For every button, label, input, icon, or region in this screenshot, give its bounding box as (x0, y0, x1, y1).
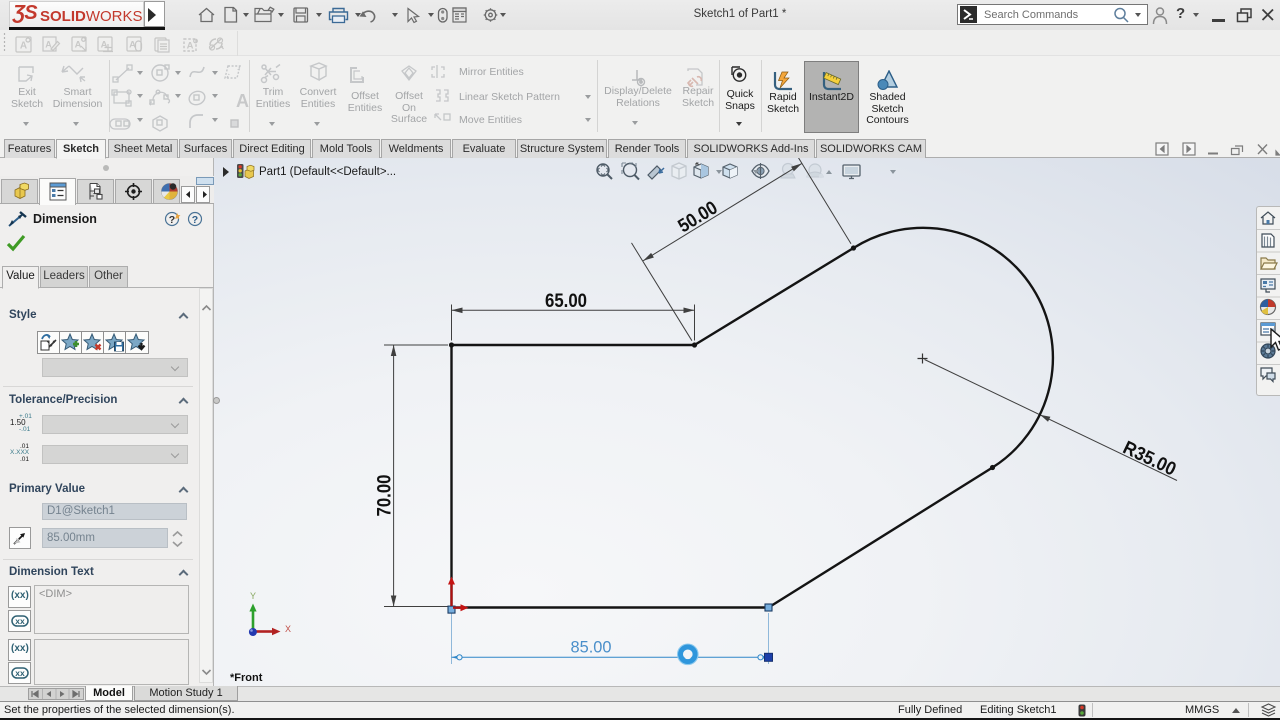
svg-text:85.00: 85.00 (571, 639, 612, 657)
svg-text:A: A (75, 40, 82, 51)
svg-text:X: X (285, 624, 291, 634)
svg-text:70.00: 70.00 (375, 475, 396, 517)
svg-text:65.00: 65.00 (545, 291, 587, 312)
svg-text:*Front: *Front (230, 672, 263, 684)
svg-text:A: A (101, 40, 108, 51)
svg-text:R35.00: R35.00 (1119, 437, 1179, 480)
svg-text:A: A (187, 41, 194, 52)
svg-text:A: A (20, 41, 27, 52)
svg-text:Y: Y (250, 591, 256, 601)
svg-text:A: A (236, 91, 249, 111)
svg-text:50.00: 50.00 (675, 197, 722, 237)
